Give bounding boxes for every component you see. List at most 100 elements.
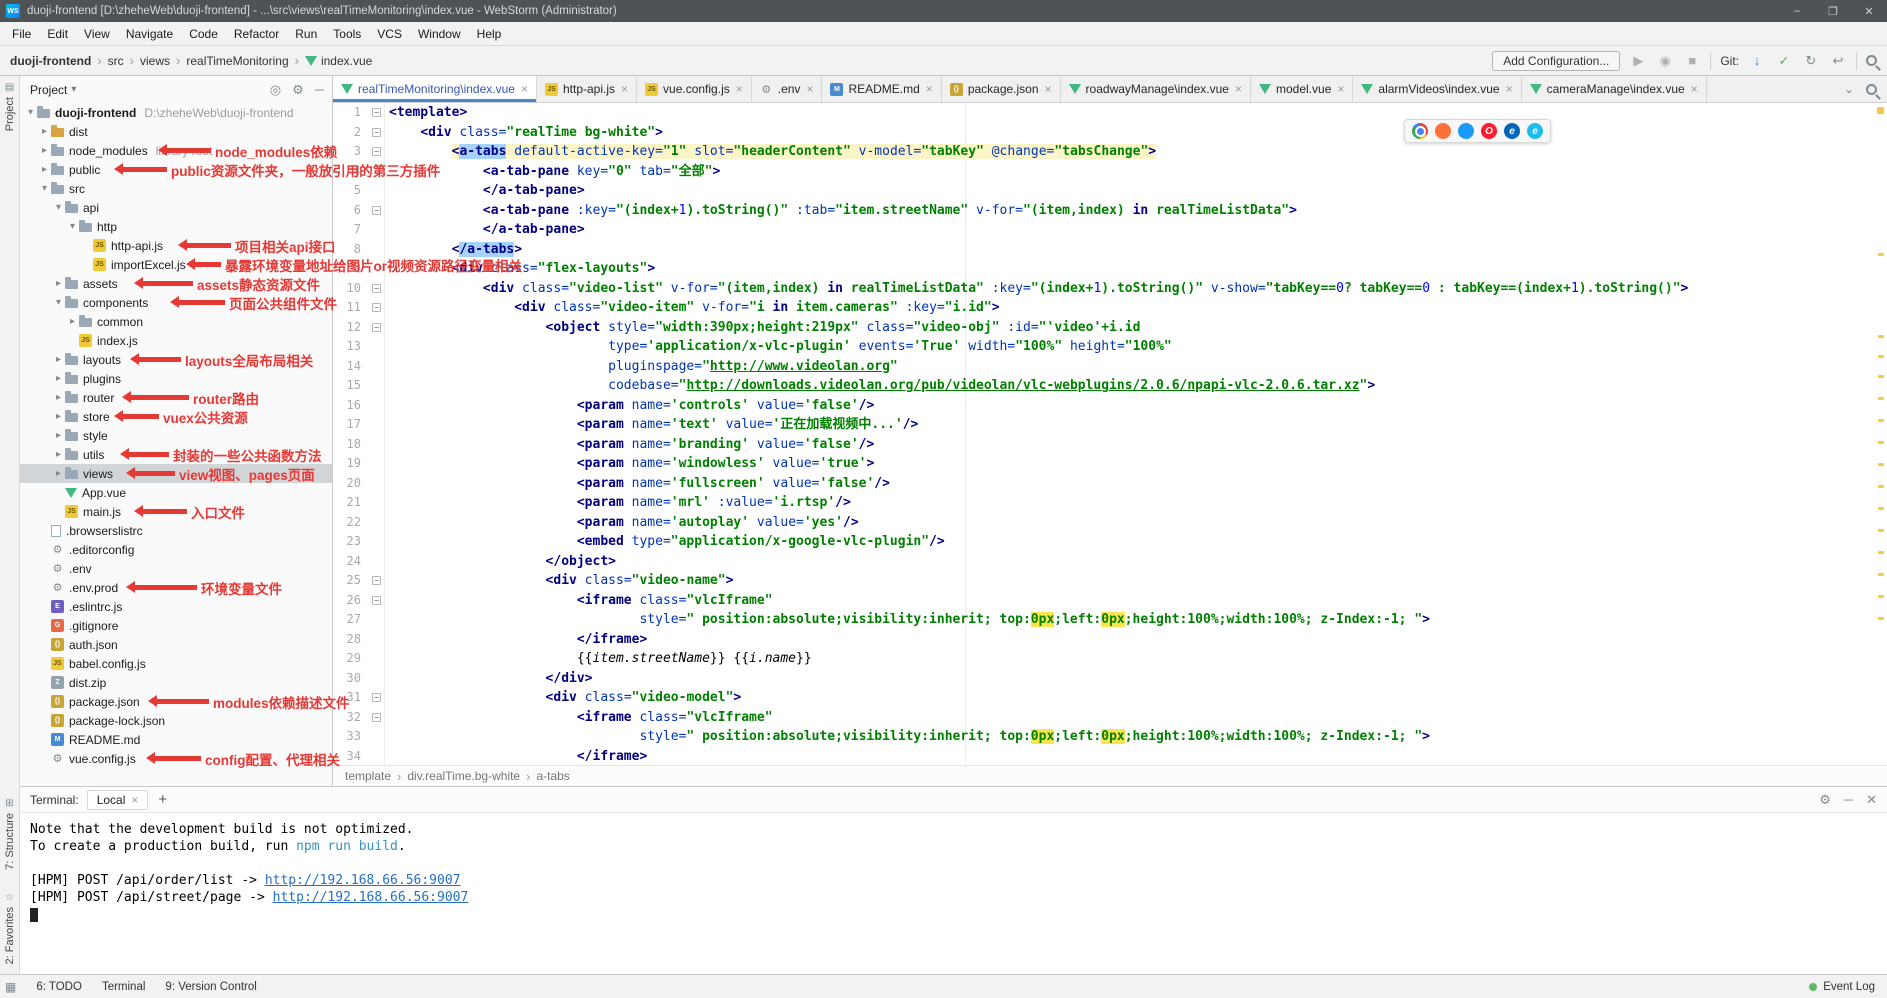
- tree-item-package-lock-json[interactable]: {}package-lock.json: [20, 711, 332, 730]
- debug-icon[interactable]: ◉: [1656, 53, 1674, 69]
- menu-item-window[interactable]: Window: [410, 27, 469, 41]
- code-text[interactable]: {{item.streetName}} {{i.name}}: [385, 649, 812, 669]
- browser-firefox-icon[interactable]: [1435, 123, 1451, 139]
- tree-item-common[interactable]: ▸common: [20, 312, 332, 331]
- fold-minus-icon[interactable]: −: [372, 713, 381, 722]
- code-text[interactable]: <a-tab-pane :key="(index+1).toString()" …: [385, 201, 1297, 221]
- tree-item--env[interactable]: ⚙.env: [20, 559, 332, 578]
- tree-item--editorconfig[interactable]: ⚙.editorconfig: [20, 540, 332, 559]
- editor-tab[interactable]: MREADME.md×: [822, 76, 941, 102]
- fold-minus-icon[interactable]: −: [372, 576, 381, 585]
- fold-icon[interactable]: −: [369, 142, 385, 162]
- menu-item-run[interactable]: Run: [287, 27, 325, 41]
- editor-tab[interactable]: JShttp-api.js×: [537, 76, 637, 102]
- expand-icon[interactable]: ▸: [66, 316, 79, 327]
- expand-icon[interactable]: ▸: [52, 278, 65, 289]
- editor-tab[interactable]: JSvue.config.js×: [637, 76, 752, 102]
- status-version-control[interactable]: 9: Version Control: [165, 981, 256, 993]
- collapse-icon[interactable]: ▾: [66, 221, 79, 232]
- fold-icon[interactable]: −: [369, 318, 385, 338]
- fold-icon[interactable]: −: [369, 571, 385, 591]
- git-update-icon[interactable]: ↓: [1748, 53, 1766, 68]
- fold-icon[interactable]: −: [369, 201, 385, 221]
- editor-tab[interactable]: roadwayManage\index.vue×: [1061, 76, 1251, 102]
- close-icon[interactable]: ×: [1337, 82, 1344, 96]
- search-everywhere-icon[interactable]: [1866, 55, 1877, 66]
- tree-item-auth-json[interactable]: {}auth.json: [20, 635, 332, 654]
- fold-minus-icon[interactable]: −: [372, 147, 381, 156]
- menu-item-help[interactable]: Help: [469, 27, 510, 41]
- code-text[interactable]: </iframe>: [385, 630, 647, 650]
- code-text[interactable]: </a-tab-pane>: [385, 181, 585, 201]
- editor-tab[interactable]: cameraManage\index.vue×: [1522, 76, 1707, 102]
- expand-icon[interactable]: ▸: [52, 411, 65, 422]
- tree-item-app-vue[interactable]: App.vue: [20, 483, 332, 502]
- tool-window-structure-button[interactable]: ⊞ 7: Structure: [4, 798, 16, 870]
- fold-minus-icon[interactable]: −: [372, 303, 381, 312]
- tool-window-switcher-icon[interactable]: ▦: [5, 980, 16, 994]
- hide-panel-icon[interactable]: ─: [315, 82, 324, 98]
- menu-item-tools[interactable]: Tools: [325, 27, 369, 41]
- tree-item-router[interactable]: ▸router: [20, 388, 332, 407]
- warning-stripe-mark[interactable]: [1878, 529, 1884, 532]
- code-text[interactable]: type='application/x-vlc-plugin' events='…: [385, 337, 1172, 357]
- add-configuration-button[interactable]: Add Configuration...: [1492, 51, 1620, 71]
- expand-icon[interactable]: ▸: [52, 392, 65, 403]
- collapse-icon[interactable]: ▾: [52, 297, 65, 308]
- collapse-icon[interactable]: ▾: [52, 202, 65, 213]
- code-text[interactable]: <param name='mrl' :value='i.rtsp'/>: [385, 493, 851, 513]
- event-log-icon[interactable]: [1809, 983, 1817, 991]
- close-icon[interactable]: ×: [1045, 82, 1052, 96]
- code-text[interactable]: </a-tab-pane>: [385, 220, 585, 240]
- git-commit-icon[interactable]: ✓: [1775, 53, 1793, 69]
- menu-item-refactor[interactable]: Refactor: [226, 27, 287, 41]
- code-text[interactable]: style=" position:absolute;visibility:inh…: [385, 610, 1430, 630]
- minimize-button[interactable]: –: [1779, 0, 1815, 22]
- warning-stripe-mark[interactable]: [1878, 507, 1884, 510]
- close-button[interactable]: ✕: [1851, 0, 1887, 22]
- code-text[interactable]: <param name='autoplay' value='yes'/>: [385, 513, 859, 533]
- close-icon[interactable]: ×: [131, 793, 138, 807]
- browser-opera-icon[interactable]: O: [1481, 123, 1497, 139]
- search-icon[interactable]: [1866, 84, 1877, 95]
- tree-item-style[interactable]: ▸style: [20, 426, 332, 445]
- tree-item-src[interactable]: ▾src: [20, 179, 332, 198]
- new-terminal-button[interactable]: +: [158, 791, 167, 808]
- warning-stripe-mark[interactable]: [1878, 463, 1884, 466]
- terminal-output[interactable]: Note that the development build is not o…: [20, 813, 1887, 974]
- editor-breadcrumb-item[interactable]: a-tabs: [536, 769, 569, 783]
- code-text[interactable]: </a-tabs>: [385, 240, 522, 260]
- menu-item-view[interactable]: View: [76, 27, 118, 41]
- fold-minus-icon[interactable]: −: [372, 323, 381, 332]
- code-text[interactable]: <div class="flex-layouts">: [385, 259, 655, 279]
- tree-item-views[interactable]: ▸views: [20, 464, 332, 483]
- run-icon[interactable]: ▶: [1629, 53, 1647, 69]
- gear-icon[interactable]: ⚙: [1819, 792, 1831, 808]
- tree-item-dist[interactable]: ▸dist: [20, 122, 332, 141]
- code-text[interactable]: <a-tabs default-active-key="1" slot="hea…: [385, 142, 1156, 162]
- code-editor[interactable]: 1−<template>2− <div class="realTime bg-w…: [333, 103, 1887, 765]
- expand-icon[interactable]: ▸: [52, 449, 65, 460]
- close-icon[interactable]: ×: [521, 82, 528, 96]
- menu-item-vcs[interactable]: VCS: [369, 27, 410, 41]
- code-text[interactable]: <param name='text' value='正在加载视频中...'/>: [385, 415, 918, 435]
- tree-item-vue-config-js[interactable]: ⚙vue.config.js: [20, 749, 332, 768]
- tree-item-components[interactable]: ▾components: [20, 293, 332, 312]
- code-text[interactable]: <div class="realTime bg-white">: [385, 123, 663, 143]
- close-icon[interactable]: ×: [1235, 82, 1242, 96]
- code-text[interactable]: <iframe class="vlcIframe": [385, 708, 773, 728]
- fold-icon[interactable]: −: [369, 123, 385, 143]
- stop-icon[interactable]: ■: [1683, 53, 1701, 68]
- warning-stripe-mark[interactable]: [1878, 375, 1884, 378]
- project-panel-title[interactable]: Project: [30, 83, 67, 97]
- expand-icon[interactable]: ▸: [52, 430, 65, 441]
- code-text[interactable]: </div>: [385, 669, 593, 689]
- tree-item--eslintrc-js[interactable]: E.eslintrc.js: [20, 597, 332, 616]
- gear-icon[interactable]: ⚙: [292, 82, 304, 98]
- code-text[interactable]: <a-tab-pane key="0" tab="全部">: [385, 162, 720, 182]
- browser-edge-icon[interactable]: e: [1504, 123, 1520, 139]
- code-text[interactable]: <template>: [385, 103, 467, 123]
- hidden-tabs-icon[interactable]: ⌄: [1844, 82, 1854, 96]
- fold-icon[interactable]: −: [369, 298, 385, 318]
- warning-stripe-mark[interactable]: [1878, 551, 1884, 554]
